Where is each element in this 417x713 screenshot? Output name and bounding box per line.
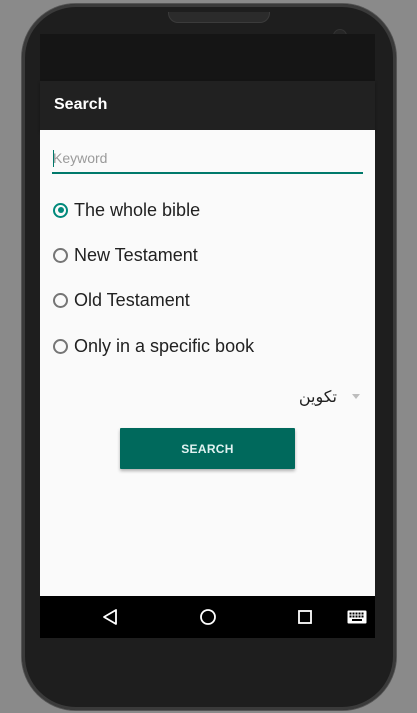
radio-label: Only in a specific book bbox=[74, 335, 255, 356]
page-title: Search bbox=[54, 96, 108, 113]
app-bar: Search bbox=[40, 81, 375, 130]
book-spinner[interactable]: تکوین bbox=[290, 385, 365, 409]
radio-checked-icon[interactable] bbox=[53, 202, 68, 218]
home-icon[interactable] bbox=[198, 607, 218, 632]
radio-unchecked-icon[interactable] bbox=[53, 292, 68, 308]
radio-specific-book[interactable]: Only in a specific book bbox=[53, 334, 254, 358]
radio-new-testament[interactable]: New Testament bbox=[53, 243, 198, 267]
radio-unchecked-icon[interactable] bbox=[53, 247, 68, 263]
radio-label: New Testament bbox=[74, 244, 198, 265]
book-selected-value: تکوین bbox=[298, 387, 337, 406]
radio-old-testament[interactable]: Old Testament bbox=[53, 288, 190, 312]
earpiece-speaker bbox=[168, 12, 270, 23]
navigation-bar bbox=[40, 596, 375, 638]
status-bar bbox=[40, 34, 375, 81]
search-form: The whole bible New Testament Old Testam… bbox=[40, 130, 375, 596]
radio-label: Old Testament bbox=[74, 289, 190, 310]
search-button[interactable]: SEARCH bbox=[120, 428, 295, 469]
text-cursor bbox=[53, 150, 54, 167]
radio-label: The whole bible bbox=[74, 199, 201, 220]
keyword-input[interactable] bbox=[52, 146, 363, 174]
dropdown-arrow-icon bbox=[352, 394, 360, 399]
radio-whole-bible[interactable]: The whole bible bbox=[53, 198, 200, 222]
radio-unchecked-icon[interactable] bbox=[53, 338, 68, 354]
back-icon[interactable] bbox=[101, 607, 119, 632]
keyboard-icon[interactable] bbox=[347, 610, 367, 629]
recents-icon[interactable] bbox=[296, 607, 314, 632]
